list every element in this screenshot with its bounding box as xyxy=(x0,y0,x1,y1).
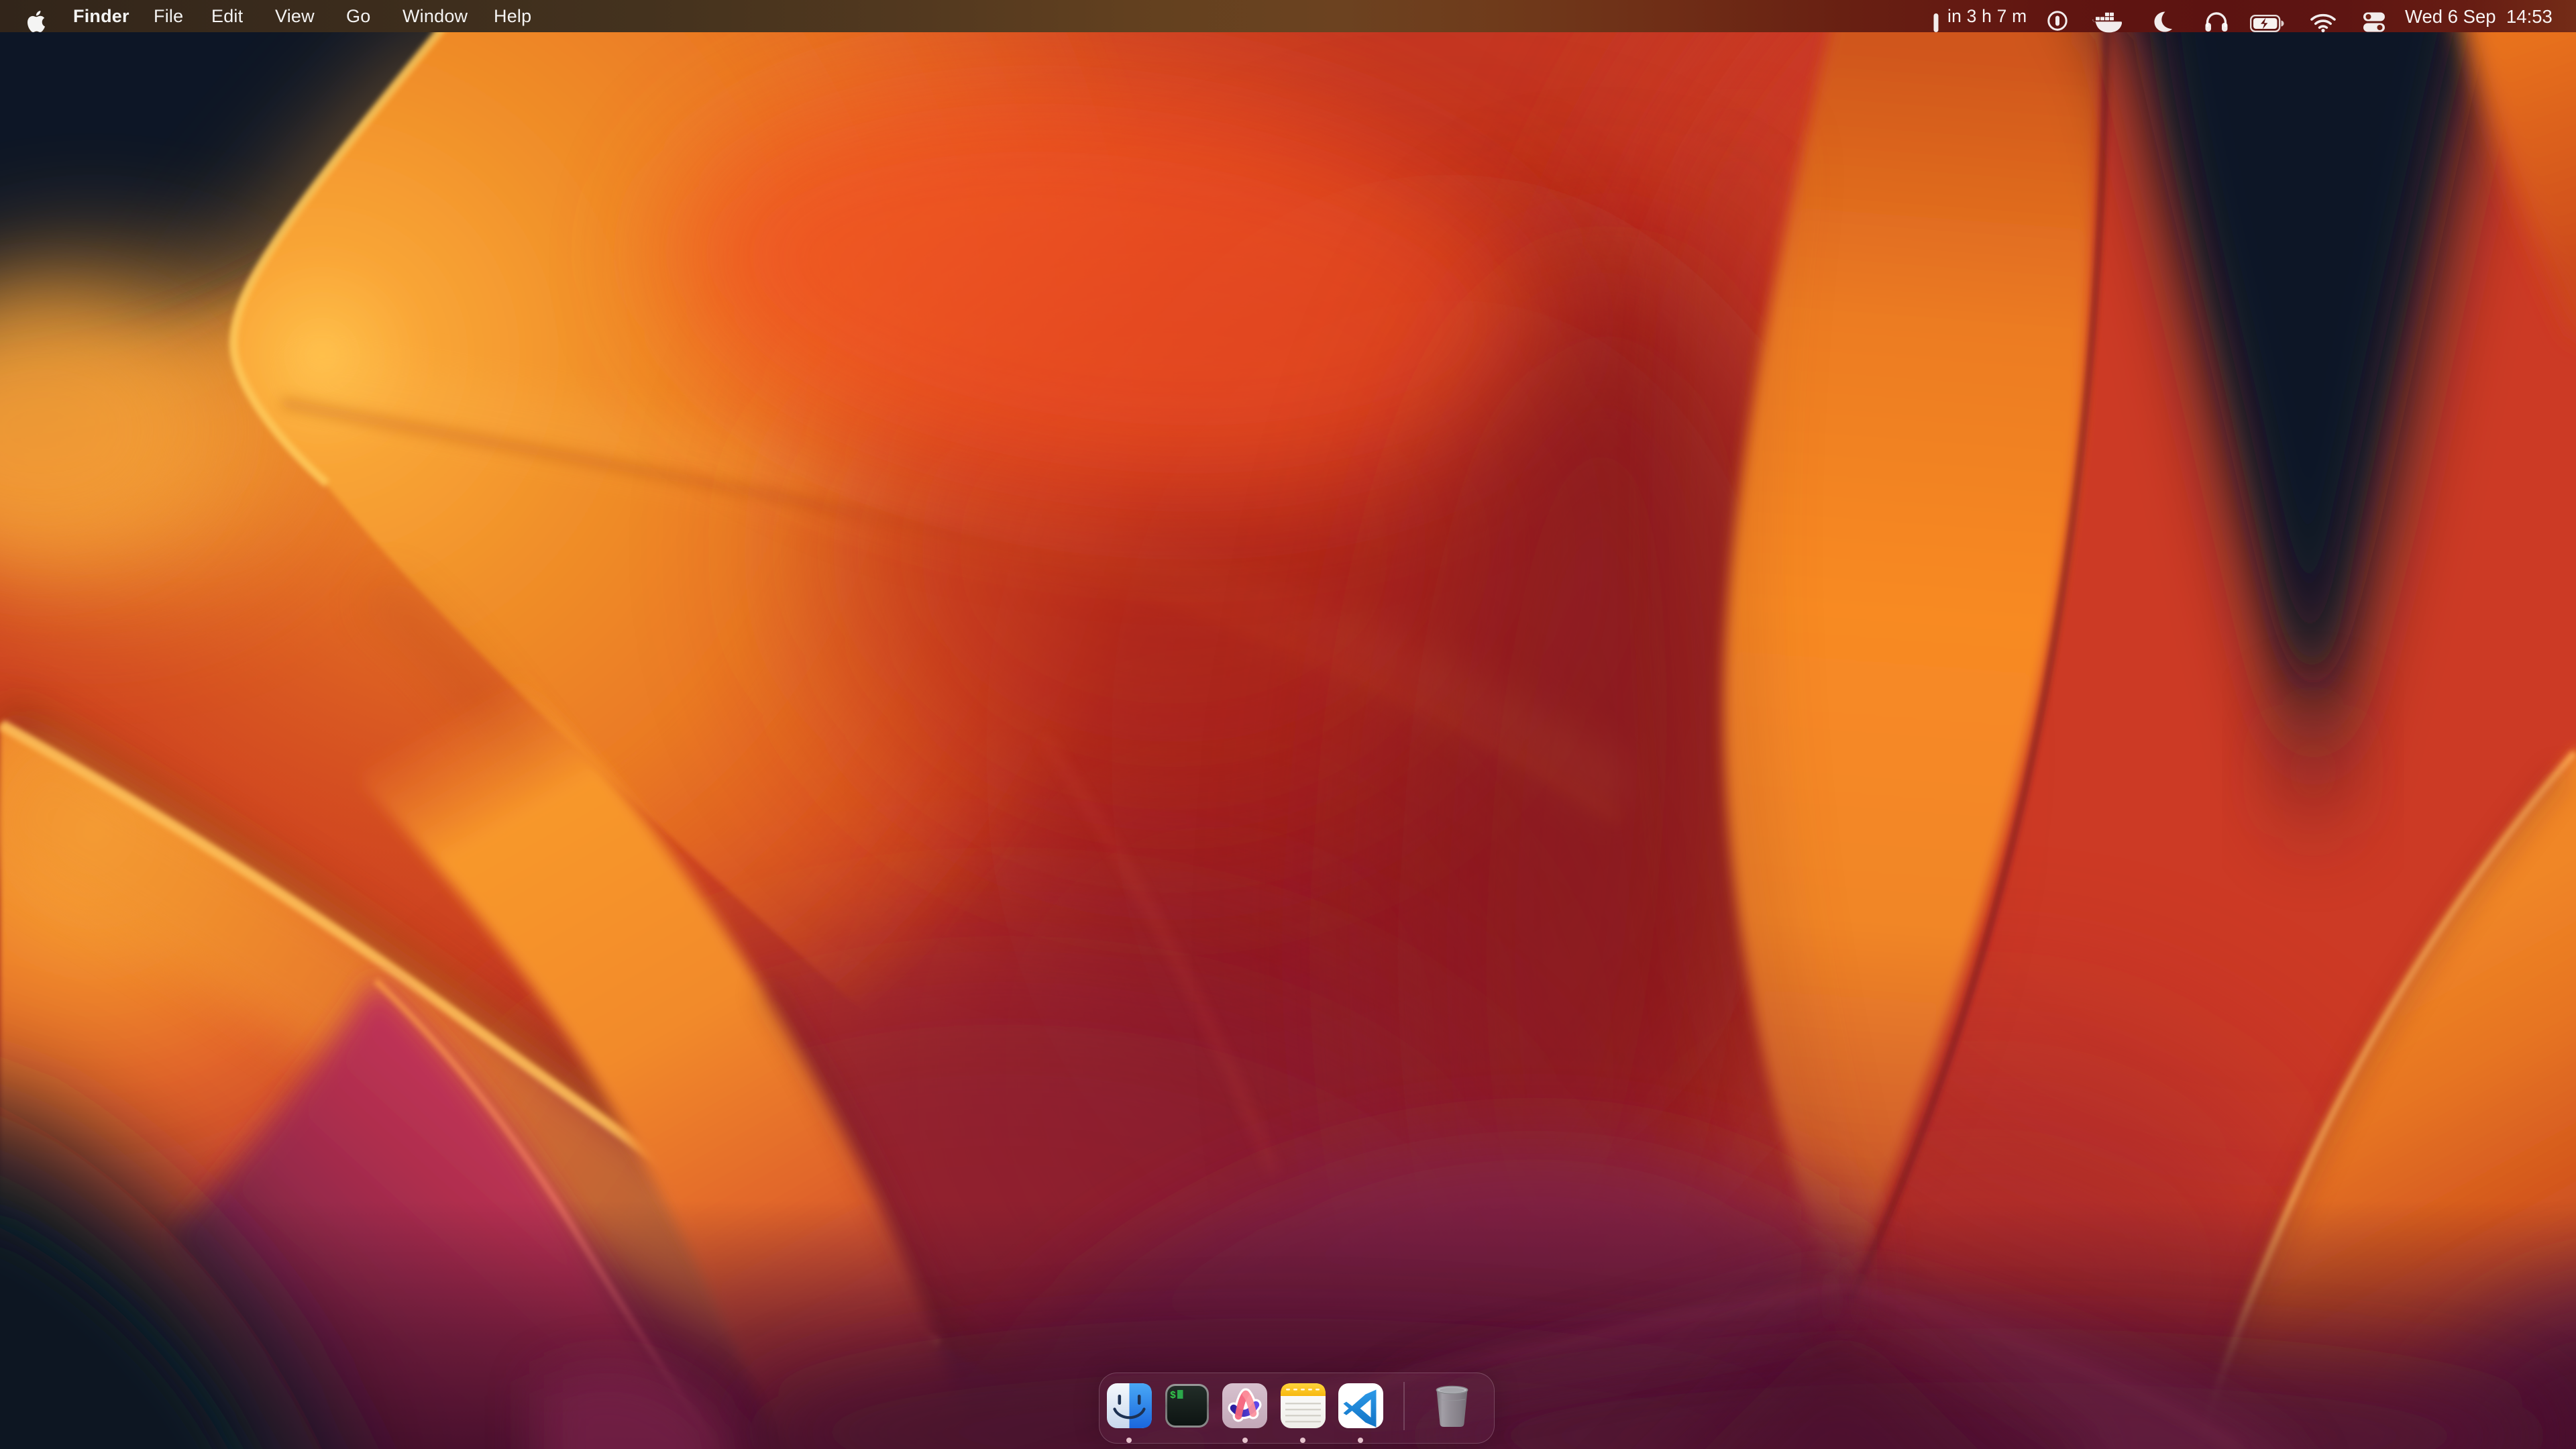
svg-text:$: $ xyxy=(1170,1390,1176,1401)
